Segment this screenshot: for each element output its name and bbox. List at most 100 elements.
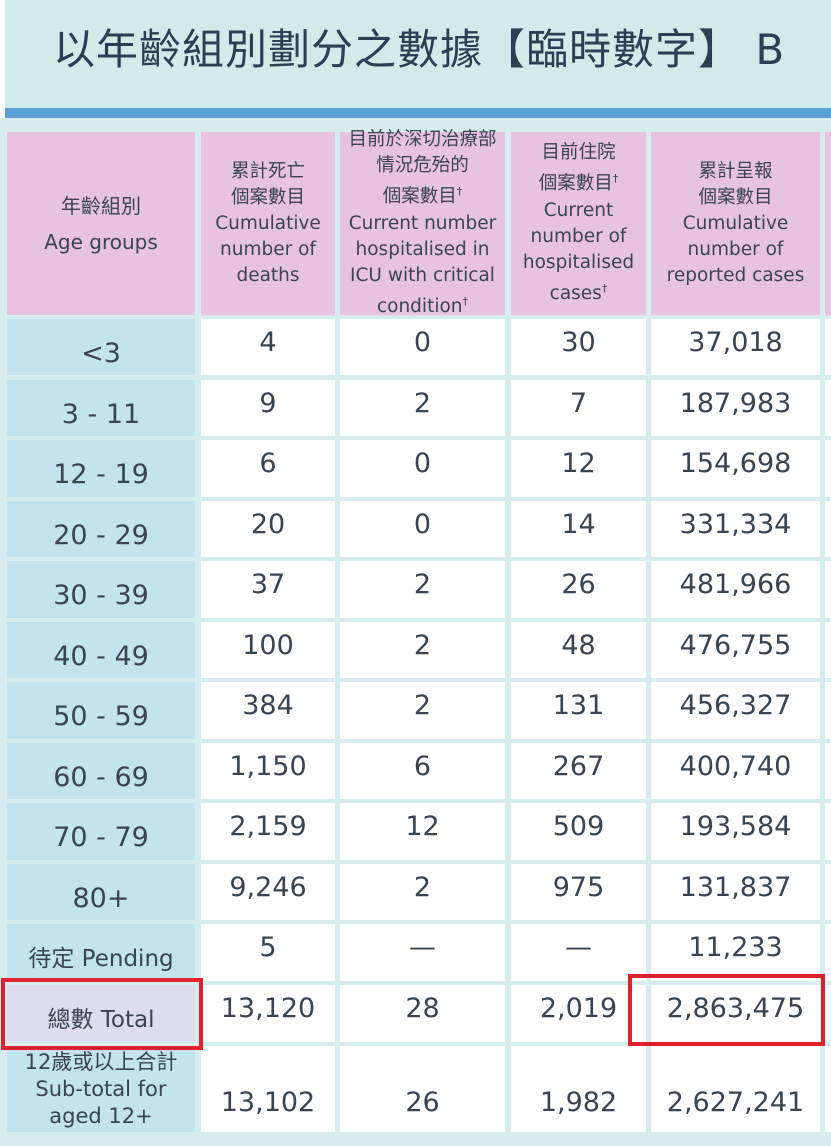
age-cell: 總數 Total — [7, 985, 195, 1042]
clipped-column-cell — [825, 440, 831, 497]
icu-cell: 2 — [340, 864, 505, 920]
reported-cases-cell: 331,334 — [651, 501, 820, 557]
header-deaths: 累計死亡 個案數目 Cumulative number of deaths — [201, 132, 335, 315]
reported-cases-cell: 476,755 — [651, 622, 820, 678]
icu-cell: 0 — [340, 440, 505, 497]
header-icu-line: condition — [376, 295, 463, 317]
age-cell: 待定 Pending — [7, 924, 195, 981]
age-cell: <3 — [7, 319, 195, 375]
header-cases-line: reported cases — [666, 264, 805, 286]
hospitalised-cell: 131 — [511, 682, 646, 739]
reported-cases-cell: 456,327 — [651, 682, 820, 739]
header-cases-line: 個案數目 — [698, 186, 773, 208]
age-cell: 12 - 19 — [7, 440, 195, 497]
reported-cases-cell: 187,983 — [651, 380, 820, 436]
header-age-groups: 年齡組別 Age groups — [7, 132, 195, 315]
hospitalised-cell: 48 — [511, 622, 646, 678]
clipped-column-cell — [825, 864, 831, 920]
header-hosp-line: 目前住院 — [541, 142, 616, 164]
subtotal-label: 12歲或以上合計 Sub-total for aged 12+ — [7, 1046, 195, 1132]
header-deaths-line: 個案數目 — [230, 186, 305, 208]
deaths-cell: 9 — [201, 380, 335, 436]
deaths-cell: 37 — [201, 561, 335, 618]
age-cell: 30 - 39 — [7, 561, 195, 618]
icu-cell: 0 — [340, 501, 505, 557]
icu-cell: 2 — [340, 682, 505, 739]
hospitalised-cell: 12 — [511, 440, 646, 497]
deaths-cell: 5 — [201, 924, 335, 981]
hospitalised-cell: — — [511, 924, 646, 981]
header-icu-line: 目前於深切治療部 — [348, 129, 497, 151]
header-hosp-line: 個案數目 — [538, 173, 613, 195]
subtotal-label-line: aged 12+ — [49, 1103, 153, 1128]
clipped-column-cell — [825, 622, 831, 678]
deaths-cell: 100 — [201, 622, 335, 678]
icu-cell: 28 — [340, 985, 505, 1042]
hospitalised-cell: 2,019 — [511, 985, 646, 1042]
header-deaths-line: deaths — [236, 264, 300, 286]
header-hosp-line: Current — [543, 199, 614, 221]
header-icu-line: hospitalised in — [355, 238, 490, 260]
deaths-cell: 384 — [201, 682, 335, 739]
reported-cases-cell: 11,233 — [651, 924, 820, 981]
header-deaths-line: number of — [220, 238, 316, 260]
icu-cell: 12 — [340, 803, 505, 860]
title-divider — [5, 108, 831, 118]
deaths-cell: 1,150 — [201, 743, 335, 799]
age-cell: 3 - 11 — [7, 380, 195, 436]
header-icu-line: Current number — [348, 212, 497, 234]
subtotal-reported-cases-cell: 2,627,241 — [651, 1046, 820, 1132]
age-cell: 70 - 79 — [7, 803, 195, 860]
reported-cases-cell: 2,863,475 — [651, 985, 820, 1042]
icu-cell: 6 — [340, 743, 505, 799]
clipped-column-cell — [825, 561, 831, 618]
header-age-zh: 年齡組別 — [60, 193, 141, 218]
header-icu-line: 情況危殆的 — [376, 155, 469, 177]
subtotal-hospitalised-cell: 1,982 — [511, 1046, 646, 1132]
header-cases-line: Cumulative — [682, 212, 789, 234]
age-cell: 20 - 29 — [7, 501, 195, 557]
clipped-column-cell — [825, 743, 831, 799]
clipped-column-cell — [825, 1046, 831, 1132]
title-bar: 以年齡組別劃分之數據【臨時數字】 B — [5, 0, 831, 108]
icu-cell: 0 — [340, 319, 505, 375]
hospitalised-cell: 26 — [511, 561, 646, 618]
icu-cell: — — [340, 924, 505, 981]
clipped-column-cell — [825, 319, 831, 375]
deaths-cell: 4 — [201, 319, 335, 375]
deaths-cell: 6 — [201, 440, 335, 497]
reported-cases-cell: 37,018 — [651, 319, 820, 375]
header-cases-line: number of — [687, 238, 784, 260]
hospitalised-cell: 509 — [511, 803, 646, 860]
header-deaths-line: 累計死亡 — [230, 160, 305, 182]
age-cell: 40 - 49 — [7, 622, 195, 678]
reported-cases-cell: 154,698 — [651, 440, 820, 497]
hospitalised-cell: 30 — [511, 319, 646, 375]
hospitalised-cell: 7 — [511, 380, 646, 436]
clipped-column-cell — [825, 803, 831, 860]
subtotal-icu-cell: 26 — [340, 1046, 505, 1132]
header-next-column-clipped — [825, 132, 831, 315]
reported-cases-cell: 131,837 — [651, 864, 820, 920]
header-icu-line: ICU with critical — [350, 264, 495, 286]
icu-cell: 2 — [340, 561, 505, 618]
subtotal-label-line: 12歲或以上合計 — [24, 1049, 178, 1074]
reported-cases-cell: 400,740 — [651, 743, 820, 799]
clipped-column-cell — [825, 380, 831, 436]
deaths-cell: 20 — [201, 501, 335, 557]
dagger-mark: † — [456, 185, 463, 199]
age-cell: 80+ — [7, 864, 195, 920]
reported-cases-cell: 481,966 — [651, 561, 820, 618]
hospitalised-cell: 14 — [511, 501, 646, 557]
header-reported-cases: 累計呈報 個案數目 Cumulative number of reported … — [651, 132, 820, 315]
page-title: 以年齡組別劃分之數據【臨時數字】 B — [53, 25, 786, 74]
clipped-column-cell — [825, 501, 831, 557]
subtotal-label-line: Sub-total for — [35, 1076, 167, 1101]
dagger-mark: † — [601, 281, 608, 295]
dagger-mark: † — [612, 172, 619, 186]
header-hospitalised: 目前住院 個案數目† Current number of hospitalise… — [511, 132, 646, 315]
dagger-mark: † — [462, 294, 469, 308]
age-group-table: 年齡組別 Age groups 累計死亡 個案數目 Cumulative num… — [0, 118, 831, 1146]
clipped-column-cell — [825, 924, 831, 981]
header-deaths-line: Cumulative — [215, 212, 321, 234]
